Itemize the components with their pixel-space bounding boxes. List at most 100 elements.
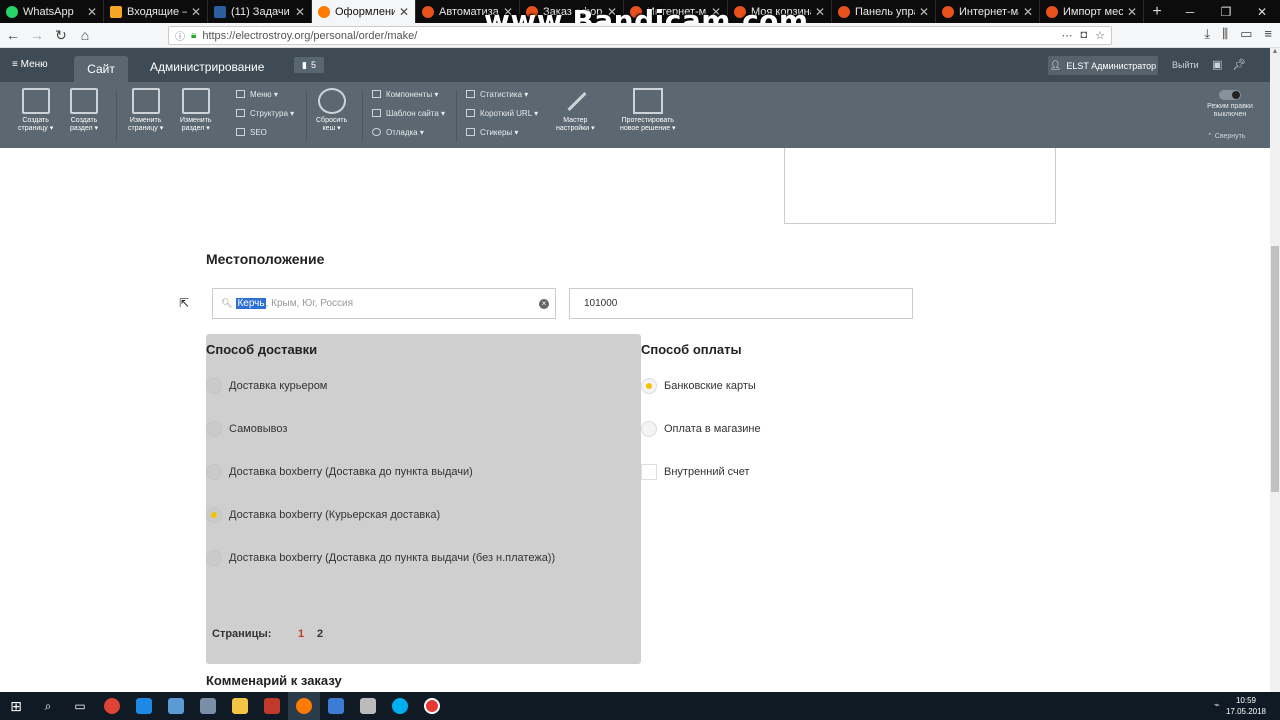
tab-administration[interactable]: Администрирование — [150, 60, 264, 74]
browser-tab[interactable]: WhatsApp ✕ — [0, 0, 104, 23]
menu-dropdown[interactable]: Меню ▾ — [236, 90, 278, 99]
debug-dropdown[interactable]: Отладка ▾ — [372, 128, 424, 137]
payment-option[interactable]: Оплата в магазине — [641, 421, 761, 437]
radio-button[interactable] — [206, 378, 222, 394]
radio-button[interactable] — [206, 464, 222, 480]
create-section-button[interactable]: Создать раздел ▾ — [70, 88, 98, 133]
scrollbar-thumb[interactable] — [1271, 246, 1279, 492]
zip-code-input[interactable]: 101000 — [569, 288, 913, 319]
library-icon[interactable]: ⫼ — [1222, 26, 1228, 42]
scroll-up-icon[interactable]: ▲ — [1270, 48, 1280, 60]
browser-tab[interactable]: Панель управлен✕ — [832, 0, 936, 23]
link-icon — [466, 109, 475, 117]
close-icon[interactable]: ✕ — [87, 5, 97, 19]
home-icon[interactable]: ⌂ — [74, 24, 96, 46]
internal-account-option[interactable]: Внутренний счет — [641, 464, 750, 480]
chrome-icon[interactable] — [96, 692, 128, 720]
radio-button-checked[interactable] — [641, 378, 657, 394]
browser-tab-active[interactable]: Оформление зак✕ — [312, 0, 416, 23]
minimize-icon[interactable]: ─ — [1172, 0, 1208, 23]
close-icon[interactable]: ✕ — [399, 5, 409, 19]
admin-menu-button[interactable]: ≡ Меню — [12, 59, 48, 70]
tab-site[interactable]: Сайт — [74, 56, 128, 82]
close-icon[interactable]: ✕ — [1023, 5, 1033, 19]
info-icon[interactable]: ⓘ — [175, 28, 185, 43]
checkbox[interactable] — [641, 464, 657, 480]
site-template-dropdown[interactable]: Шаблон сайта ▾ — [372, 109, 445, 118]
delivery-option-selected[interactable]: Доставка boxberry (Курьерская доставка) — [206, 507, 440, 523]
pin-icon[interactable]: 📌︎ — [1232, 58, 1246, 71]
close-icon[interactable]: ✕ — [295, 5, 305, 19]
restore-icon[interactable]: ❐ — [1208, 0, 1244, 23]
close-icon[interactable]: ✕ — [919, 5, 929, 19]
browser-tab[interactable]: Импорт местопо✕ — [1040, 0, 1144, 23]
forward-icon[interactable]: → — [26, 24, 48, 46]
search-icon[interactable]: ⌕ — [32, 692, 64, 720]
pagination-page-1[interactable]: 1 — [298, 628, 304, 640]
browser-tab[interactable]: Интернет-магаз✕ — [936, 0, 1040, 23]
new-tab-button[interactable]: + — [1144, 0, 1170, 23]
app-icon[interactable] — [192, 692, 224, 720]
app-icon[interactable] — [320, 692, 352, 720]
address-bar[interactable]: ⓘ 🔒︎ https://electrostroy.org/personal/o… — [168, 26, 1112, 45]
create-page-button[interactable]: Создать страницу ▾ — [18, 88, 53, 133]
sidebar-icon[interactable]: ▭ — [1240, 26, 1252, 42]
delivery-option[interactable]: Доставка boxberry (Доставка до пункта вы… — [206, 464, 473, 480]
components-dropdown[interactable]: Компоненты ▾ — [372, 90, 438, 99]
edit-mode-toggle[interactable]: Режим правки выключен — [1200, 88, 1260, 119]
taskbar-clock[interactable]: 10:59 17.05.2018 — [1226, 695, 1266, 717]
seo-button[interactable]: SEO — [236, 128, 267, 137]
setup-wizard-button[interactable]: Мастер настройки ▾ — [556, 88, 595, 133]
download-icon[interactable]: ⤓ — [1204, 26, 1210, 42]
app-icon[interactable] — [352, 692, 384, 720]
short-url-dropdown[interactable]: Короткий URL ▾ — [466, 109, 538, 118]
skype-icon[interactable] — [384, 692, 416, 720]
logout-link[interactable]: Выйти — [1172, 60, 1199, 70]
delivery-option[interactable]: Доставка курьером — [206, 378, 327, 394]
windows-start-icon[interactable]: ⊞ — [0, 692, 32, 720]
browser-tab[interactable]: (11) Задачи груп✕ — [208, 0, 312, 23]
app-icon[interactable] — [160, 692, 192, 720]
clear-cache-button[interactable]: Сбросить кеш ▾ — [316, 88, 347, 133]
payment-option-selected[interactable]: Банковские карты — [641, 378, 756, 394]
structure-dropdown[interactable]: Структура ▾ — [236, 109, 294, 118]
close-icon[interactable]: ✕ — [191, 5, 201, 19]
radio-button[interactable] — [206, 421, 222, 437]
collapse-toolbar-button[interactable]: ⌃ Свернуть — [1207, 132, 1246, 140]
back-icon[interactable]: ← — [2, 24, 24, 46]
close-window-icon[interactable]: ✕ — [1244, 0, 1280, 23]
system-tray-icon[interactable]: ⌁ — [1214, 700, 1220, 711]
radio-button[interactable] — [641, 421, 657, 437]
radio-button-checked[interactable] — [206, 507, 222, 523]
task-view-icon[interactable]: ▭ — [64, 692, 96, 720]
statistics-dropdown[interactable]: Статистика ▾ — [466, 90, 528, 99]
delivery-option[interactable]: Самовывоз — [206, 421, 287, 437]
close-icon[interactable]: ✕ — [1127, 5, 1137, 19]
window-controls: ─ ❐ ✕ — [1172, 0, 1280, 23]
settings-icon[interactable]: ▣ — [1212, 58, 1222, 71]
hamburger-menu-icon[interactable]: ≡ — [1264, 26, 1272, 42]
reload-icon[interactable]: ↻ — [50, 24, 72, 46]
test-solution-button[interactable]: Протестировать новое решение ▾ — [620, 88, 676, 133]
pagination-page-2[interactable]: 2 — [317, 628, 323, 640]
filezilla-icon[interactable] — [256, 692, 288, 720]
stickers-dropdown[interactable]: Стикеры ▾ — [466, 128, 518, 137]
notifications-button[interactable]: ▮ 5 — [294, 57, 324, 73]
pocket-icon[interactable]: ◘ — [1080, 29, 1087, 42]
city-search-input[interactable]: 🔍︎ Керчь , Крым, Юг, Россия × — [212, 288, 556, 319]
file-explorer-icon[interactable] — [224, 692, 256, 720]
delivery-option[interactable]: Доставка boxberry (Доставка до пункта вы… — [206, 550, 555, 566]
recorder-icon[interactable] — [416, 692, 448, 720]
bookmark-star-icon[interactable]: ☆ — [1095, 29, 1105, 42]
radio-button[interactable] — [206, 550, 222, 566]
user-button[interactable]: 👤︎ ELST Администратор — [1048, 56, 1158, 75]
more-icon[interactable]: ⋯ — [1061, 29, 1072, 42]
firefox-icon[interactable] — [288, 692, 320, 720]
clear-icon[interactable]: × — [539, 299, 549, 309]
browser-tab[interactable]: Входящие — Янд✕ — [104, 0, 208, 23]
edit-section-button[interactable]: Изменить раздел ▾ — [180, 88, 212, 133]
edge-icon[interactable] — [128, 692, 160, 720]
notification-icon: ▮ — [302, 59, 307, 70]
close-icon[interactable]: ✕ — [815, 5, 825, 19]
edit-page-button[interactable]: Изменить страницу ▾ — [128, 88, 163, 133]
